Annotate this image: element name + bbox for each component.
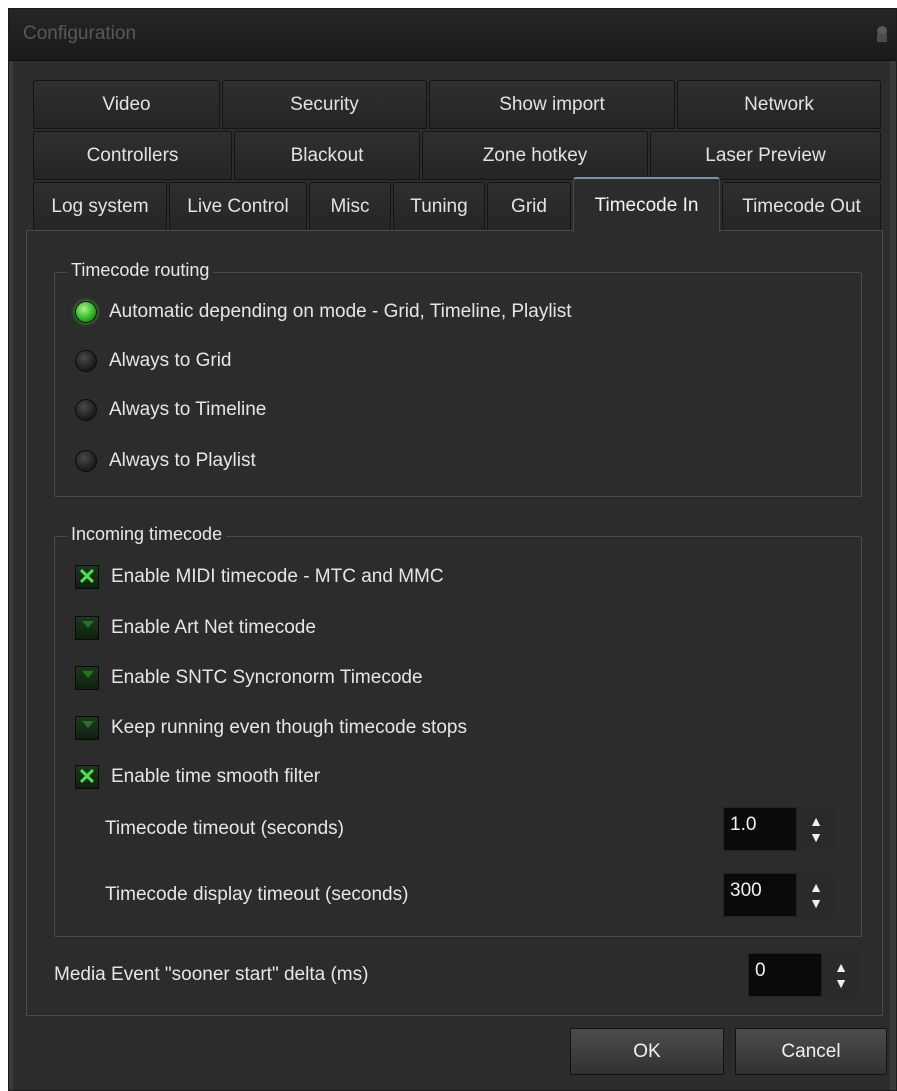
group-title: Timecode routing: [67, 260, 214, 281]
tab-label: Grid: [511, 195, 547, 217]
tab-timecode-in[interactable]: Timecode In: [573, 177, 720, 233]
check-smooth-filter[interactable]: ✕ Enable time smooth filter: [75, 764, 321, 789]
tab-security[interactable]: Security: [222, 80, 427, 129]
radio-button-icon: [75, 450, 97, 472]
tab-label: Network: [744, 93, 814, 115]
timecode-timeout-spinbox[interactable]: 1.0 ▲ ▼: [723, 807, 835, 851]
check-enable-sntc[interactable]: ✕ Enable SNTC Syncronorm Timecode: [75, 666, 423, 690]
display-timeout-label: Timecode display timeout (seconds): [105, 884, 409, 905]
x-mark-icon: ✕: [77, 564, 97, 589]
tab-label: Live Control: [187, 195, 289, 217]
radio-label: Always to Timeline: [109, 399, 267, 420]
radio-button-icon: [75, 301, 97, 323]
radio-always-playlist[interactable]: Always to Playlist: [75, 450, 256, 472]
button-label: OK: [633, 1040, 661, 1062]
tab-misc[interactable]: Misc: [309, 182, 391, 231]
spinner-arrows-icon[interactable]: ▲ ▼: [797, 873, 835, 917]
timecode-in-panel: Timecode routing Automatic depending on …: [26, 230, 883, 1016]
check-keep-running[interactable]: ✕ Keep running even though timecode stop…: [75, 716, 467, 740]
tab-label: Laser Preview: [705, 144, 826, 166]
checkbox-icon: ✕: [75, 716, 99, 740]
checkbox-label: Enable Art Net timecode: [111, 617, 316, 638]
tab-label: Zone hotkey: [482, 144, 588, 166]
radio-label: Always to Playlist: [109, 450, 256, 471]
tab-zone-hotkey[interactable]: Zone hotkey: [422, 131, 648, 180]
checkbox-label: Keep running even though timecode stops: [111, 717, 467, 738]
radio-button-icon: [75, 399, 97, 421]
tab-label: Timecode In: [594, 195, 699, 216]
incoming-timecode-group: Incoming timecode ✕ Enable MIDI timecode…: [54, 524, 862, 937]
radio-always-grid[interactable]: Always to Grid: [75, 350, 231, 372]
checkbox-label: Enable SNTC Syncronorm Timecode: [111, 667, 423, 688]
tab-tuning[interactable]: Tuning: [393, 182, 485, 231]
checkbox-icon: ✕: [75, 564, 99, 589]
spin-up-icon[interactable]: ▲: [834, 960, 848, 974]
media-event-value[interactable]: 0: [748, 953, 822, 997]
tab-label: Controllers: [86, 144, 179, 166]
display-timeout-row: Timecode display timeout (seconds) 300 ▲…: [105, 873, 835, 917]
spin-up-icon[interactable]: ▲: [809, 880, 823, 894]
tab-video[interactable]: Video: [33, 80, 220, 129]
tab-label: Log system: [51, 195, 149, 217]
radio-label: Automatic depending on mode - Grid, Time…: [109, 301, 572, 322]
tab-label: Blackout: [290, 144, 364, 166]
tab-network[interactable]: Network: [677, 80, 881, 129]
tab-timecode-out[interactable]: Timecode Out: [722, 182, 881, 231]
tab-blackout[interactable]: Blackout: [234, 131, 420, 180]
spinner-arrows-icon[interactable]: ▲ ▼: [797, 807, 835, 851]
tab-controllers[interactable]: Controllers: [33, 131, 232, 180]
tab-show-import[interactable]: Show import: [429, 80, 675, 129]
tab-live-control[interactable]: Live Control: [169, 182, 307, 231]
button-label: Cancel: [781, 1040, 841, 1062]
tab-laser-preview[interactable]: Laser Preview: [650, 131, 881, 180]
radio-automatic[interactable]: Automatic depending on mode - Grid, Time…: [75, 301, 572, 323]
tab-label: Misc: [330, 195, 370, 217]
tab-label: Tuning: [410, 195, 468, 217]
display-timeout-value[interactable]: 300: [723, 873, 797, 917]
timecode-timeout-value[interactable]: 1.0: [723, 807, 797, 851]
timecode-timeout-row: Timecode timeout (seconds) 1.0 ▲ ▼: [105, 807, 835, 851]
display-timeout-spinbox[interactable]: 300 ▲ ▼: [723, 873, 835, 917]
pin-icon[interactable]: [874, 25, 890, 45]
check-enable-midi[interactable]: ✕ Enable MIDI timecode - MTC and MMC: [75, 564, 444, 589]
timecode-routing-group: Timecode routing Automatic depending on …: [54, 260, 862, 497]
media-event-label: Media Event "sooner start" delta (ms): [54, 964, 369, 985]
spin-down-icon[interactable]: ▼: [809, 896, 823, 910]
spin-up-icon[interactable]: ▲: [809, 814, 823, 828]
tab-label: Timecode Out: [742, 195, 861, 217]
spin-down-icon[interactable]: ▼: [809, 830, 823, 844]
group-title: Incoming timecode: [67, 524, 227, 545]
check-enable-artnet[interactable]: ✕ Enable Art Net timecode: [75, 616, 316, 640]
checkbox-icon: ✕: [75, 666, 99, 690]
tab-label: Video: [102, 93, 151, 115]
checkbox-icon: ✕: [75, 764, 99, 789]
media-event-spinbox[interactable]: 0 ▲ ▼: [748, 953, 860, 997]
radio-always-timeline[interactable]: Always to Timeline: [75, 399, 266, 421]
title-bar[interactable]: Configuration: [9, 9, 896, 61]
tab-grid[interactable]: Grid: [487, 182, 571, 231]
timecode-timeout-label: Timecode timeout (seconds): [105, 818, 345, 839]
spinner-arrows-icon[interactable]: ▲ ▼: [822, 953, 860, 997]
window-title: Configuration: [23, 23, 137, 44]
spin-down-icon[interactable]: ▼: [834, 976, 848, 990]
media-event-row: Media Event "sooner start" delta (ms) 0 …: [54, 953, 860, 997]
ok-button[interactable]: OK: [570, 1028, 724, 1075]
tab-label: Show import: [499, 93, 605, 115]
radio-label: Always to Grid: [109, 350, 232, 371]
tab-log-system[interactable]: Log system: [33, 182, 167, 231]
tab-label: Security: [290, 93, 359, 115]
checkbox-label: Enable time smooth filter: [111, 766, 321, 787]
checkbox-label: Enable MIDI timecode - MTC and MMC: [111, 566, 444, 587]
cancel-button[interactable]: Cancel: [735, 1028, 887, 1075]
checkbox-icon: ✕: [75, 616, 99, 640]
radio-button-icon: [75, 350, 97, 372]
x-mark-icon: ✕: [77, 764, 97, 789]
